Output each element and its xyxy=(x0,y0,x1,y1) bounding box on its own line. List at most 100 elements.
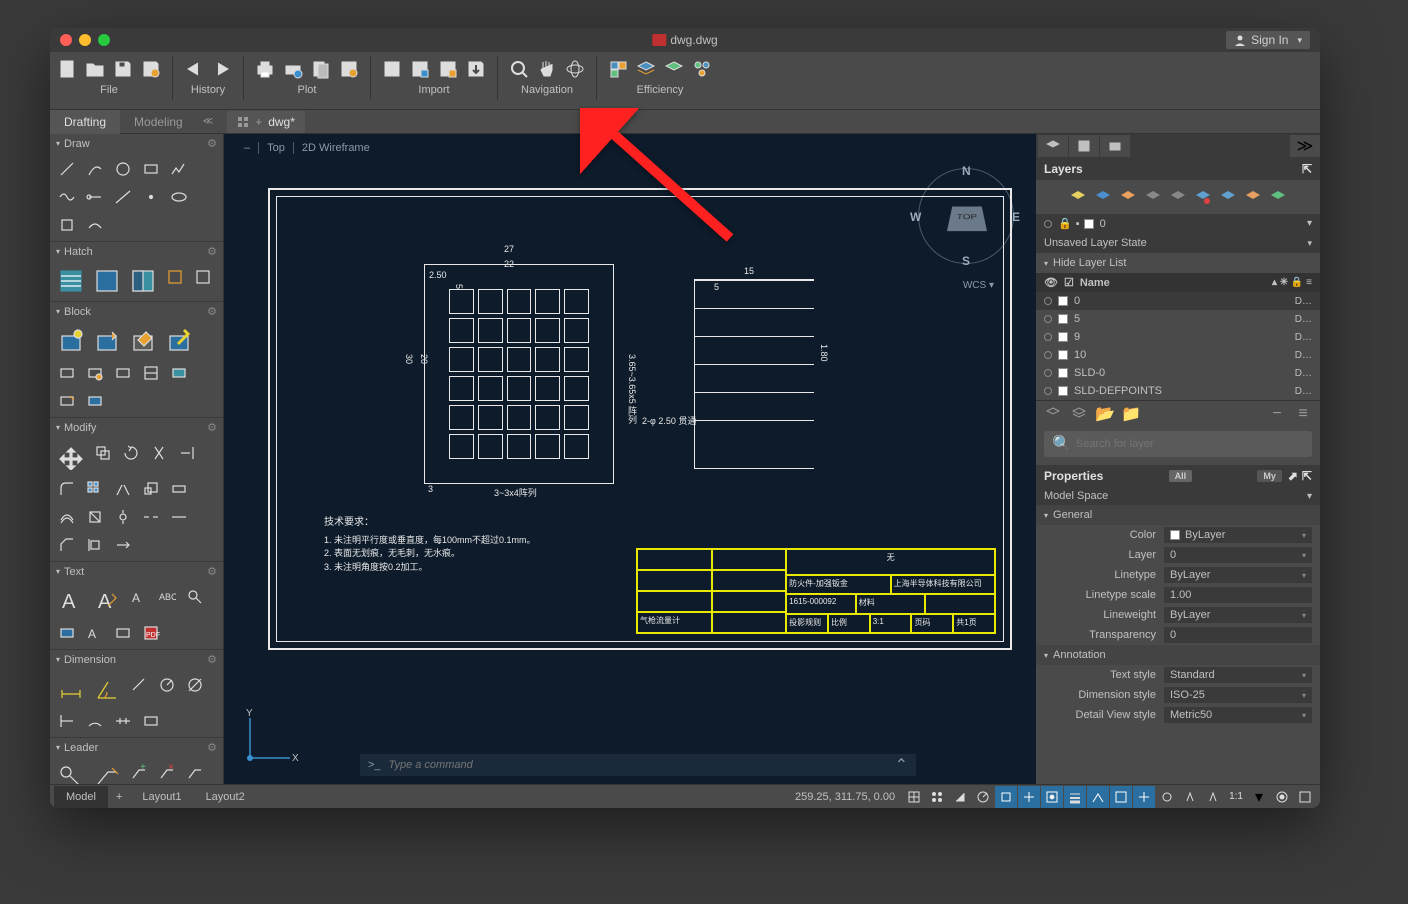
dyn-input-toggle[interactable] xyxy=(1087,786,1109,808)
open-file-button[interactable] xyxy=(82,56,108,82)
create-block-tool[interactable] xyxy=(90,324,124,358)
polygon-tool[interactable] xyxy=(54,212,80,238)
undock-icon[interactable]: ⇱ xyxy=(1302,162,1312,176)
radius-dim-tool[interactable] xyxy=(154,672,180,698)
otrack-toggle[interactable] xyxy=(1018,786,1040,808)
section-block[interactable]: Block⚙ xyxy=(50,302,223,321)
property-row[interactable]: Layer0 xyxy=(1036,545,1320,565)
panel-tab-props[interactable] xyxy=(1069,135,1099,157)
layer-minus-icon[interactable]: − xyxy=(1268,405,1286,423)
layers-eff-button[interactable] xyxy=(633,56,659,82)
linear-dim-tool[interactable] xyxy=(54,672,88,706)
text-style-tool[interactable]: A xyxy=(126,584,152,610)
explode-tool[interactable] xyxy=(110,504,136,530)
text-scale-tool[interactable] xyxy=(110,620,136,646)
viewport-label[interactable]: – Top 2D Wireframe xyxy=(244,142,370,154)
ordinate-dim-tool[interactable] xyxy=(54,708,80,734)
qleader-tool[interactable] xyxy=(90,760,124,784)
field-tool[interactable] xyxy=(54,620,80,646)
layer-state-icon[interactable] xyxy=(1070,405,1088,423)
tab-drafting[interactable]: Drafting xyxy=(50,110,120,134)
layer-tool-1[interactable] xyxy=(1067,186,1089,208)
mleader-tool[interactable] xyxy=(54,760,88,784)
props-context[interactable]: Model Space▾ xyxy=(1036,487,1320,505)
layer-search[interactable]: 🔍 xyxy=(1044,431,1312,457)
layer-row[interactable]: SLD-0D… xyxy=(1036,364,1320,382)
props-all-pill[interactable]: All xyxy=(1169,470,1193,482)
fillet-tool[interactable] xyxy=(54,476,80,502)
app-store-button[interactable] xyxy=(605,56,631,82)
import-dwg-button[interactable] xyxy=(379,56,405,82)
line-tool[interactable] xyxy=(54,156,80,182)
gear-icon[interactable]: ⚙ xyxy=(207,565,217,578)
gear-icon[interactable]: ⚙ xyxy=(207,245,217,258)
orbit-button[interactable] xyxy=(562,56,588,82)
batch-print-button[interactable] xyxy=(280,56,306,82)
leader-remove-tool[interactable]: × xyxy=(154,760,180,784)
layout1-tab[interactable]: Layout1 xyxy=(130,786,193,808)
mtext-tool[interactable]: A xyxy=(54,584,88,618)
property-row[interactable]: Dimension styleISO-25 xyxy=(1036,685,1320,705)
zoom-button[interactable] xyxy=(506,56,532,82)
current-layer-row[interactable]: 🔒▪0▾ xyxy=(1036,214,1320,233)
new-doc-icon[interactable]: + xyxy=(255,115,262,129)
diameter-dim-tool[interactable] xyxy=(182,672,208,698)
attr-def-tool[interactable] xyxy=(54,360,80,386)
trim-tool[interactable] xyxy=(146,440,172,466)
section-leader[interactable]: Leader⚙ xyxy=(50,738,223,757)
minimize-window[interactable] xyxy=(79,34,91,46)
layer-tool-4[interactable] xyxy=(1142,186,1164,208)
hide-layer-list[interactable]: Hide Layer List xyxy=(1036,253,1320,273)
block-table-tool[interactable] xyxy=(138,360,164,386)
layer-row[interactable]: 5D… xyxy=(1036,310,1320,328)
align-tool[interactable] xyxy=(82,532,108,558)
gear-icon[interactable]: ⚙ xyxy=(207,421,217,434)
attr-edit-tool[interactable] xyxy=(82,360,108,386)
layer-tool-8[interactable] xyxy=(1242,186,1264,208)
ortho-toggle[interactable] xyxy=(949,786,971,808)
manage-button[interactable] xyxy=(661,56,687,82)
layer-state-dropdown[interactable]: Unsaved Layer State xyxy=(1036,233,1320,253)
panel-tab-xref[interactable] xyxy=(1100,135,1130,157)
scale-display[interactable]: 1:1 xyxy=(1225,786,1247,808)
gear-icon[interactable]: ⚙ xyxy=(207,305,217,318)
move-tool[interactable] xyxy=(54,440,88,474)
property-row[interactable]: Text styleStandard xyxy=(1036,665,1320,685)
props-general-hd[interactable]: General xyxy=(1036,505,1320,525)
section-text[interactable]: Text⚙ xyxy=(50,562,223,581)
layer-search-input[interactable] xyxy=(1076,438,1304,450)
panel-expand-icon[interactable]: ≫ xyxy=(1290,135,1320,157)
section-draw[interactable]: Draw⚙ xyxy=(50,134,223,153)
layer-list-header[interactable]: 👁☑Name ▴ ✳ 🔒 ≡ xyxy=(1036,273,1320,292)
property-row[interactable]: Transparency0 xyxy=(1036,625,1320,645)
text-align-tool[interactable]: A xyxy=(82,620,108,646)
export-button[interactable] xyxy=(463,56,489,82)
page-setup-button[interactable] xyxy=(308,56,334,82)
settings-icon[interactable] xyxy=(1271,786,1293,808)
text-export-tool[interactable]: PDF xyxy=(138,620,164,646)
gear-icon[interactable]: ⚙ xyxy=(207,653,217,666)
clean-icon[interactable] xyxy=(1294,786,1316,808)
props-pick-icon[interactable]: ⬈ xyxy=(1288,469,1298,483)
section-dimension[interactable]: Dimension⚙ xyxy=(50,650,223,669)
gear-icon[interactable]: ⚙ xyxy=(207,137,217,150)
spline-tool[interactable] xyxy=(54,184,80,210)
layer-tool-2[interactable] xyxy=(1092,186,1114,208)
layer-tool-9[interactable] xyxy=(1267,186,1289,208)
copy-tool[interactable] xyxy=(90,440,116,466)
spell-tool[interactable]: ABC xyxy=(154,584,180,610)
scale-chevron[interactable]: ▾ xyxy=(1248,786,1270,808)
continue-dim-tool[interactable] xyxy=(110,708,136,734)
drawing-canvas[interactable]: – Top 2D Wireframe TOP N E S W WCS ▾ xyxy=(224,134,1036,784)
close-window[interactable] xyxy=(60,34,72,46)
leader-add-tool[interactable]: + xyxy=(126,760,152,784)
object-snap-toggle[interactable] xyxy=(1041,786,1063,808)
rotate-tool[interactable] xyxy=(118,440,144,466)
arc-dim-tool[interactable] xyxy=(82,708,108,734)
region-tool[interactable] xyxy=(190,264,216,290)
boundary-tool[interactable] xyxy=(162,264,188,290)
erase-tool[interactable] xyxy=(82,504,108,530)
layer-menu-icon[interactable]: ≡ xyxy=(1294,405,1312,423)
rectangle-tool[interactable] xyxy=(138,156,164,182)
property-row[interactable]: Detail View styleMetric50 xyxy=(1036,705,1320,725)
